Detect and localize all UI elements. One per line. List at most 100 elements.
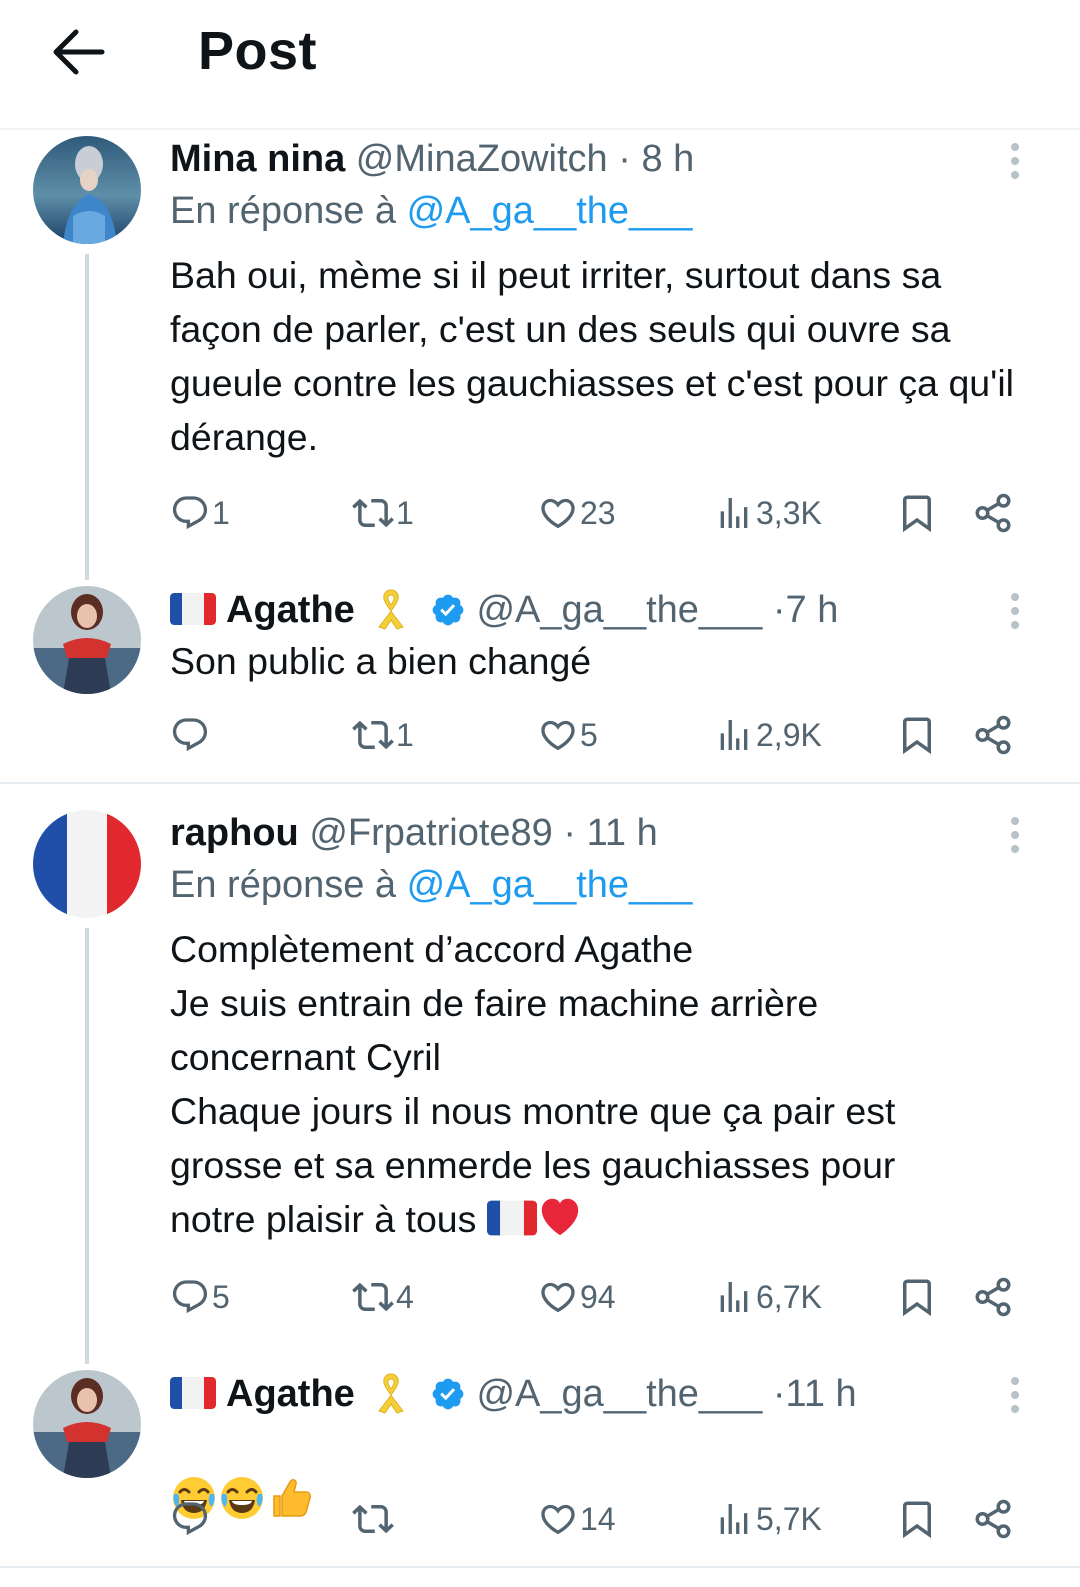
reply-mention-link[interactable]: @A_ga__the___ (407, 190, 693, 232)
avatar[interactable] (33, 136, 141, 244)
reply-button[interactable]: 5 (170, 1272, 230, 1322)
avatar[interactable] (33, 586, 141, 694)
views-button[interactable]: 5,7K (714, 1494, 822, 1544)
like-count: 94 (580, 1278, 616, 1315)
retweet-icon (352, 714, 394, 756)
views-button[interactable]: 6,7K (714, 1272, 822, 1322)
heart-icon (538, 493, 578, 533)
like-count: 5 (580, 716, 598, 753)
display-name[interactable]: Mina nina (170, 138, 345, 180)
tweet-text-line: Complètement d’accord Agathe (170, 928, 694, 970)
avatar[interactable] (33, 1370, 141, 1478)
heart-icon (538, 1499, 578, 1539)
share-button[interactable] (972, 710, 1014, 760)
action-bar: 1 1 23 3,3K (0, 488, 1080, 538)
more-options-icon[interactable] (1008, 814, 1022, 854)
reply-icon (170, 493, 210, 533)
separator-dot: · (772, 589, 786, 631)
view-count: 3,3K (756, 494, 822, 531)
share-button[interactable] (972, 488, 1014, 538)
display-name[interactable]: Agathe (226, 589, 355, 631)
retweet-button[interactable]: 1 (352, 488, 414, 538)
views-button[interactable]: 3,3K (714, 488, 822, 538)
reply-icon (170, 715, 210, 755)
like-button[interactable]: 23 (538, 488, 616, 538)
separator-dot: · (618, 138, 631, 180)
retweet-button[interactable]: 4 (352, 1272, 414, 1322)
tweet-text-line-last: notre plaisir à tous (170, 1192, 1040, 1246)
timestamp[interactable]: 11 h (786, 1373, 857, 1415)
tweet-reply[interactable]: Agathe @A_ga__the___ ·11 h 14 5,7K (0, 1370, 1080, 1560)
reply-button[interactable] (170, 710, 212, 760)
user-handle[interactable]: @MinaZowitch (356, 138, 608, 180)
yellow-ribbon-icon (371, 1370, 411, 1414)
yellow-ribbon-icon (371, 586, 411, 630)
separator-dot: · (772, 1373, 786, 1415)
bookmark-button[interactable] (896, 1494, 938, 1544)
views-chart-icon (714, 1277, 754, 1317)
display-name[interactable]: Agathe (226, 1373, 355, 1415)
thread-divider (0, 782, 1080, 784)
bookmark-icon (896, 1498, 938, 1540)
tweet-text-line: grosse et sa enmerde les gauchiasses pou… (170, 1144, 896, 1186)
timestamp[interactable]: 11 h (587, 812, 658, 854)
display-name[interactable]: raphou (170, 812, 299, 854)
bookmark-button[interactable] (896, 710, 938, 760)
like-button[interactable]: 94 (538, 1272, 616, 1322)
share-button[interactable] (972, 1494, 1014, 1544)
avatar[interactable] (33, 810, 141, 918)
share-icon (972, 1498, 1014, 1540)
tweet-header: raphou @Frpatriote89 · 11 h (170, 810, 658, 856)
views-button[interactable]: 2,9K (714, 710, 822, 760)
bookmark-icon (896, 1276, 938, 1318)
tweet-reply[interactable]: Mina nina @MinaZowitch · 8 h En réponse … (0, 136, 1080, 580)
user-handle[interactable]: @A_ga__the___ (476, 589, 762, 631)
retweet-button[interactable]: 1 (352, 710, 414, 760)
thread-divider (0, 1566, 1080, 1568)
bookmark-button[interactable] (896, 1272, 938, 1322)
share-button[interactable] (972, 1272, 1014, 1322)
view-count: 5,7K (756, 1500, 822, 1537)
tweet-reply[interactable]: raphou @Frpatriote89 · 11 h En réponse à… (0, 810, 1080, 1364)
heart-icon (538, 715, 578, 755)
tweet-text: Bah oui, mème si il peut irriter, surtou… (170, 254, 1014, 458)
verified-badge-icon (430, 1376, 466, 1412)
top-bar: Post (0, 0, 1080, 130)
retweet-icon (352, 492, 394, 534)
france-flag-emoji-icon (487, 1200, 537, 1236)
share-icon (972, 714, 1014, 756)
reply-icon (170, 1499, 210, 1539)
more-options-icon[interactable] (1008, 590, 1022, 630)
action-bar: 1 5 2,9K (0, 710, 1080, 760)
timestamp[interactable]: 7 h (786, 589, 839, 631)
more-options-icon[interactable] (1008, 140, 1022, 180)
share-icon (972, 492, 1014, 534)
retweet-icon (352, 1498, 394, 1540)
retweet-count: 1 (396, 716, 414, 753)
back-arrow-icon[interactable] (50, 22, 106, 82)
user-handle[interactable]: @Frpatriote89 (309, 812, 552, 854)
bookmark-button[interactable] (896, 488, 938, 538)
reply-count: 1 (212, 494, 230, 531)
reply-prefix: En réponse à (170, 864, 407, 906)
more-options-icon[interactable] (1008, 1374, 1022, 1414)
reply-button[interactable] (170, 1494, 212, 1544)
action-bar: 14 5,7K (0, 1494, 1080, 1544)
action-bar: 5 4 94 6,7K (0, 1272, 1080, 1322)
like-button[interactable]: 5 (538, 710, 598, 760)
user-handle[interactable]: @A_ga__the___ (476, 1373, 762, 1415)
tweet-text-line: notre plaisir à tous (170, 1198, 477, 1240)
tweet-header: Agathe @A_ga__the___ ·7 h (170, 586, 838, 633)
reply-mention-link[interactable]: @A_ga__the___ (407, 864, 693, 906)
like-button[interactable]: 14 (538, 1494, 616, 1544)
like-count: 14 (580, 1500, 616, 1537)
tweet-text-line: concernant Cyril (170, 1036, 441, 1078)
view-count: 6,7K (756, 1278, 822, 1315)
reply-context: En réponse à @A_ga__the___ (170, 190, 692, 233)
tweet-header: Agathe @A_ga__the___ ·11 h (170, 1370, 857, 1417)
reply-button[interactable]: 1 (170, 488, 230, 538)
tweet-reply[interactable]: Agathe @A_ga__the___ ·7 h Son public a b… (0, 586, 1080, 766)
timestamp[interactable]: 8 h (641, 138, 694, 180)
tweet-header: Mina nina @MinaZowitch · 8 h (170, 136, 694, 182)
retweet-button[interactable] (352, 1494, 396, 1544)
